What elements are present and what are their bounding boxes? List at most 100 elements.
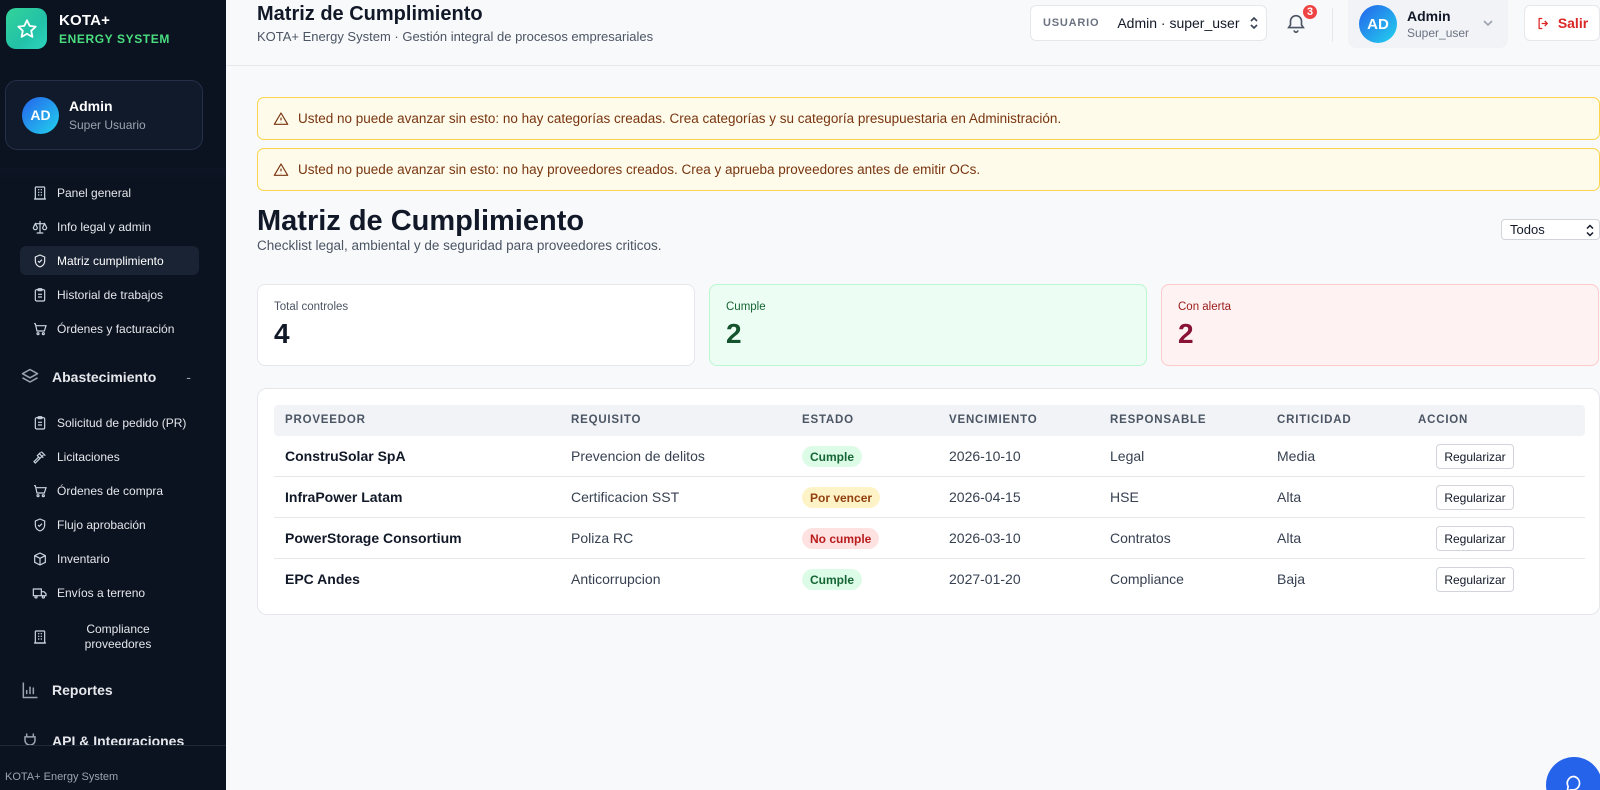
regularizar-button[interactable]: Regularizar bbox=[1436, 567, 1514, 592]
sidebar-item-ordenes-facturacion[interactable]: Órdenes y facturación bbox=[20, 314, 199, 343]
sidebar-item-label: Órdenes y facturación bbox=[57, 321, 175, 336]
sidebar-section-reportes[interactable]: Reportes bbox=[20, 680, 113, 700]
table-row: PowerStorage Consortium Poliza RC No cum… bbox=[274, 518, 1585, 559]
sidebar-item-matriz-cumplimiento[interactable]: Matriz cumplimiento bbox=[20, 246, 199, 275]
sidebar-item-label: Licitaciones bbox=[57, 449, 120, 464]
sidebar-item-label: Panel general bbox=[57, 185, 132, 200]
sidebar-item-panel-general[interactable]: Panel general bbox=[20, 178, 199, 207]
sidebar-item-inventario[interactable]: Inventario bbox=[20, 544, 199, 573]
sidebar-item-envios-terreno[interactable]: Envíos a terreno bbox=[20, 578, 199, 607]
table-row: EPC Andes Anticorrupcion Cumple 2027-01-… bbox=[274, 559, 1585, 600]
sidebar-item-label: Info legal y admin bbox=[57, 219, 152, 234]
warning-icon bbox=[273, 111, 289, 125]
page-subtitle: Checklist legal, ambiental y de segurida… bbox=[257, 238, 662, 253]
logout-button[interactable]: Salir bbox=[1524, 5, 1600, 41]
cell-responsable: Compliance bbox=[1110, 571, 1184, 587]
star-icon bbox=[6, 8, 47, 49]
avatar: AD bbox=[22, 96, 59, 134]
scale-icon bbox=[32, 220, 48, 234]
cart-icon bbox=[34, 322, 47, 335]
clipboard-icon bbox=[34, 287, 46, 302]
regularizar-button[interactable]: Regularizar bbox=[1436, 526, 1514, 551]
cell-proveedor: EPC Andes bbox=[285, 571, 360, 587]
bar-chart-icon bbox=[22, 682, 38, 699]
compliance-table: PROVEEDOR REQUISITO ESTADO VENCIMIENTO R… bbox=[257, 388, 1600, 615]
cell-criticidad: Alta bbox=[1277, 489, 1302, 505]
cell-vencimiento: 2027-01-20 bbox=[949, 571, 1021, 587]
user-select-label: USUARIO bbox=[1043, 17, 1100, 29]
cell-vencimiento: 2026-03-10 bbox=[949, 530, 1021, 546]
cell-criticidad: Baja bbox=[1277, 571, 1306, 587]
header-title: Matriz de Cumplimiento bbox=[257, 3, 483, 25]
status-filter-select[interactable]: Todos bbox=[1501, 219, 1600, 240]
sidebar-item-label: Flujo aprobación bbox=[57, 517, 146, 532]
sidebar-item-licitaciones[interactable]: Licitaciones bbox=[20, 442, 199, 471]
sidebar-item-compliance-proveedores[interactable]: Compliance proveedores bbox=[20, 617, 199, 657]
sidebar-item-historial[interactable]: Historial de trabajos bbox=[20, 280, 199, 309]
cell-responsable: HSE bbox=[1110, 489, 1139, 505]
sidebar-item-info-legal[interactable]: Info legal y admin bbox=[20, 212, 199, 241]
chat-icon bbox=[1566, 775, 1581, 790]
regularizar-button[interactable]: Regularizar bbox=[1436, 444, 1514, 469]
regularizar-button[interactable]: Regularizar bbox=[1436, 485, 1514, 510]
alert-providers: Usted no puede avanzar sin esto: no hay … bbox=[257, 148, 1600, 191]
cart-icon bbox=[34, 484, 47, 497]
sidebar-user-card[interactable]: AD Admin Super Usuario bbox=[5, 80, 203, 150]
sidebar-footer: KOTA+ Energy System bbox=[0, 745, 226, 790]
top-header: Matriz de Cumplimiento KOTA+ Energy Syst… bbox=[226, 0, 1600, 66]
cell-proveedor: PowerStorage Consortium bbox=[285, 530, 462, 546]
sidebar-item-label: Solicitud de pedido (PR) bbox=[57, 415, 187, 430]
sidebar-item-label: Compliance proveedores bbox=[84, 622, 152, 651]
sidebar-item-label: Inventario bbox=[57, 551, 110, 566]
brand-name: KOTA+ bbox=[59, 11, 111, 29]
sidebar-item-ordenes-compra[interactable]: Órdenes de compra bbox=[20, 476, 199, 505]
column-header: ACCION bbox=[1418, 414, 1469, 426]
cell-requisito: Poliza RC bbox=[571, 530, 634, 546]
cell-requisito: Anticorrupcion bbox=[571, 571, 661, 587]
status-badge: Cumple bbox=[802, 569, 863, 590]
cell-proveedor: ConstruSolar SpA bbox=[285, 448, 406, 464]
profile-name: Admin bbox=[1407, 8, 1451, 24]
stat-value: 4 bbox=[274, 318, 290, 349]
cell-proveedor: InfraPower Latam bbox=[285, 489, 403, 505]
sidebar-user-name: Admin bbox=[69, 98, 113, 114]
clipboard-icon bbox=[34, 415, 46, 430]
status-badge: No cumple bbox=[802, 528, 880, 549]
section-label: Reportes bbox=[52, 682, 113, 698]
sidebar-item-flujo-aprobacion[interactable]: Flujo aprobación bbox=[20, 510, 199, 539]
column-header: REQUISITO bbox=[571, 414, 642, 426]
sidebar-item-label: Matriz cumplimiento bbox=[57, 253, 164, 268]
cell-requisito: Prevencion de delitos bbox=[571, 448, 705, 464]
column-header: ESTADO bbox=[802, 414, 854, 426]
truck-icon bbox=[32, 587, 47, 599]
stat-label: Con alerta bbox=[1178, 301, 1232, 313]
column-header: CRITICIDAD bbox=[1277, 414, 1352, 426]
stat-value: 2 bbox=[726, 318, 742, 349]
cell-vencimiento: 2026-10-10 bbox=[949, 448, 1021, 464]
sidebar-item-label: Órdenes de compra bbox=[57, 483, 164, 498]
user-select[interactable]: USUARIO Admin · super_user bbox=[1030, 5, 1267, 41]
sidebar-item-label: Envíos a terreno bbox=[57, 585, 146, 600]
table-header: PROVEEDOR REQUISITO ESTADO VENCIMIENTO R… bbox=[274, 405, 1585, 436]
cell-criticidad: Alta bbox=[1277, 530, 1302, 546]
column-header: PROVEEDOR bbox=[285, 414, 366, 426]
chevron-down-icon bbox=[1483, 20, 1493, 27]
alert-text: Usted no puede avanzar sin esto: no hay … bbox=[298, 111, 1062, 126]
sidebar: KOTA+ ENERGY SYSTEM AD Admin Super Usuar… bbox=[0, 0, 226, 790]
brand-tagline: ENERGY SYSTEM bbox=[59, 31, 170, 46]
cell-responsable: Contratos bbox=[1110, 530, 1171, 546]
profile-menu[interactable]: AD Admin Super_user bbox=[1348, 0, 1508, 48]
stat-label: Total controles bbox=[274, 301, 349, 313]
cell-requisito: Certificacion SST bbox=[571, 489, 680, 505]
avatar: AD bbox=[1359, 5, 1397, 43]
sidebar-item-solicitud-pedido[interactable]: Solicitud de pedido (PR) bbox=[20, 408, 199, 437]
building-icon bbox=[34, 185, 46, 200]
sidebar-section-abastecimiento[interactable]: Abastecimiento - bbox=[20, 367, 191, 387]
sidebar-user-role: Super Usuario bbox=[69, 118, 146, 132]
column-header: RESPONSABLE bbox=[1110, 414, 1207, 426]
layers-icon bbox=[21, 368, 39, 383]
table-row: ConstruSolar SpA Prevencion de delitos C… bbox=[274, 436, 1585, 477]
brand[interactable]: KOTA+ ENERGY SYSTEM bbox=[6, 8, 170, 49]
section-toggle[interactable]: - bbox=[186, 369, 191, 385]
stat-label: Cumple bbox=[726, 301, 766, 313]
